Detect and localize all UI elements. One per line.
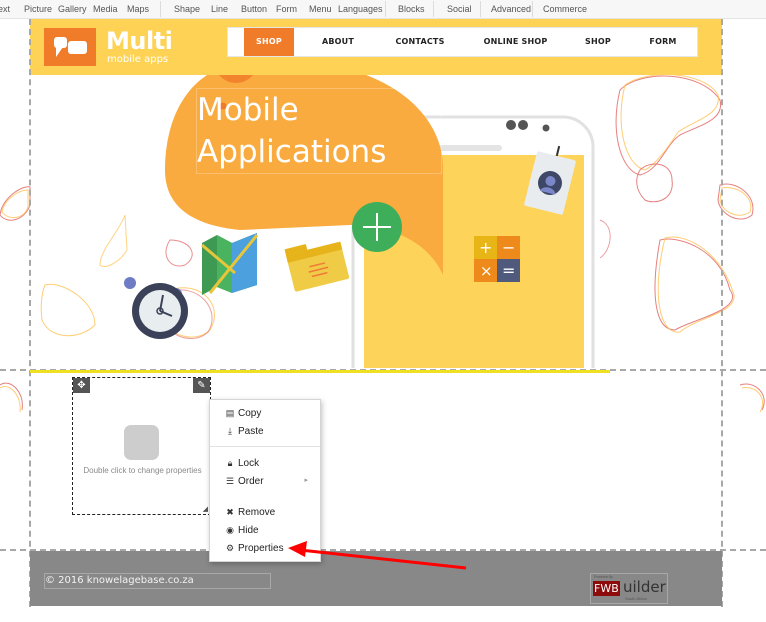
menu-item-label: Copy — [238, 408, 262, 419]
toolbar-divider — [160, 1, 161, 17]
toolbar-gallery[interactable]: Gallery — [58, 4, 87, 14]
logo-title: Multi — [106, 27, 173, 55]
selected-shape-widget[interactable]: ✥ ✎ Double click to change properties ◢ — [72, 377, 211, 515]
badge-fwb-text: FWB — [593, 581, 620, 596]
menu-item-properties[interactable]: ⚙ Properties — [224, 541, 284, 555]
toolbar-advanced[interactable]: Advanced — [491, 4, 531, 14]
chat-bubble-icon — [54, 37, 87, 57]
toolbar-blocks[interactable]: Blocks — [398, 4, 425, 14]
toolbar-divider — [433, 1, 434, 17]
download-icon: ⤓ — [228, 426, 232, 436]
copy-icon: ▤ — [225, 408, 235, 418]
toolbar-picture[interactable]: Picture — [24, 4, 52, 14]
toolbar-form[interactable]: Form — [276, 4, 297, 14]
nav-item-contacts[interactable]: CONTACTS — [385, 28, 455, 56]
hero-section[interactable]: + − × = Mobile Applications — [30, 75, 722, 368]
toolbar-shape[interactable]: Shape — [174, 4, 200, 14]
badge-powered-text: Powered By — [594, 575, 613, 579]
folder-icon — [284, 241, 350, 292]
map-icon — [201, 233, 259, 295]
list-icon: ☰ — [225, 476, 235, 486]
menu-item-paste[interactable]: ⤓ Paste — [224, 424, 264, 438]
nav-item-online-shop[interactable]: ONLINE SHOP — [478, 28, 553, 56]
menu-divider — [210, 446, 320, 447]
nav-item-shop-2[interactable]: SHOP — [573, 28, 623, 56]
menu-item-label: Lock — [238, 458, 260, 469]
menu-item-label: Hide — [238, 525, 259, 536]
nav-item-about[interactable]: ABOUT — [308, 28, 368, 56]
toolbar-line[interactable]: Line — [211, 4, 228, 14]
toolbar-text[interactable]: ext — [0, 4, 10, 14]
svg-text:=: = — [502, 261, 515, 280]
toolbar-media[interactable]: Media — [93, 4, 118, 14]
toolbar-button[interactable]: Button — [241, 4, 267, 14]
menu-item-order[interactable]: ☰ Order ▸ — [224, 474, 316, 488]
menu-item-label: Remove — [238, 507, 276, 518]
context-menu: ▤ Copy ⤓ Paste 🔒︎ Lock ☰ Order ▸ ✖ Remove ◉ Hi… — [209, 399, 321, 562]
hero-title[interactable]: Mobile Applications — [196, 88, 442, 174]
menu-item-remove[interactable]: ✖ Remove — [224, 505, 275, 519]
shape-placeholder — [124, 425, 159, 460]
svg-text:×: × — [480, 262, 493, 280]
nav-item-form[interactable]: FORM — [638, 28, 688, 56]
toolbar-social[interactable]: Social — [447, 4, 472, 14]
toolbar-menu[interactable]: Menu — [309, 4, 332, 14]
menu-item-label: Paste — [238, 426, 264, 437]
fwbuilder-badge[interactable]: Powered By FWB uilder South Africa — [590, 573, 668, 604]
x-icon: ✖ — [226, 507, 234, 517]
menu-item-copy[interactable]: ▤ Copy — [224, 406, 262, 420]
alarm-clock-icon — [124, 277, 188, 339]
nav-item-shop[interactable]: SHOP — [244, 28, 294, 56]
menu-item-label: Order — [238, 476, 264, 487]
section-boundary-line — [30, 370, 610, 373]
toolbar-divider — [480, 1, 481, 17]
toolbar-languages[interactable]: Languages — [338, 4, 383, 14]
footer-copyright[interactable]: © 2016 knowelagebase.co.za — [44, 573, 271, 589]
editor-canvas: ext Picture Gallery Media Maps Shape Lin… — [0, 0, 766, 622]
logo-icon[interactable] — [44, 28, 96, 66]
layout-guide-left — [29, 19, 31, 607]
badge-builder-text: uilder — [623, 578, 666, 596]
toolbar-maps[interactable]: Maps — [127, 4, 149, 14]
lock-icon: 🔒︎ — [227, 458, 233, 468]
resize-handle-icon[interactable]: ◢ — [203, 505, 208, 513]
editor-toolbar: ext Picture Gallery Media Maps Shape Lin… — [0, 0, 766, 19]
eye-icon: ◉ — [226, 525, 234, 535]
main-nav: SHOP ABOUT CONTACTS ONLINE SHOP SHOP FOR… — [227, 27, 698, 57]
gear-icon: ⚙ — [225, 543, 235, 553]
svg-text:−: − — [502, 238, 515, 257]
menu-item-label: Properties — [238, 543, 284, 554]
move-arrows-icon[interactable]: ✥ — [73, 378, 90, 393]
svg-text:+: + — [479, 238, 492, 257]
toolbar-divider — [385, 1, 386, 17]
menu-item-hide[interactable]: ◉ Hide — [224, 523, 259, 537]
toolbar-commerce[interactable]: Commerce — [543, 4, 587, 14]
pencil-icon[interactable]: ✎ — [193, 378, 210, 393]
layout-guide-right — [721, 19, 723, 607]
toolbar-divider — [532, 1, 533, 17]
badge-region-text: South Africa — [625, 596, 647, 601]
submenu-arrow-icon: ▸ — [304, 477, 308, 484]
logo-subtitle: mobile apps — [107, 54, 169, 65]
menu-item-lock[interactable]: 🔒︎ Lock — [224, 456, 260, 470]
widget-hint: Double click to change properties — [83, 466, 202, 475]
